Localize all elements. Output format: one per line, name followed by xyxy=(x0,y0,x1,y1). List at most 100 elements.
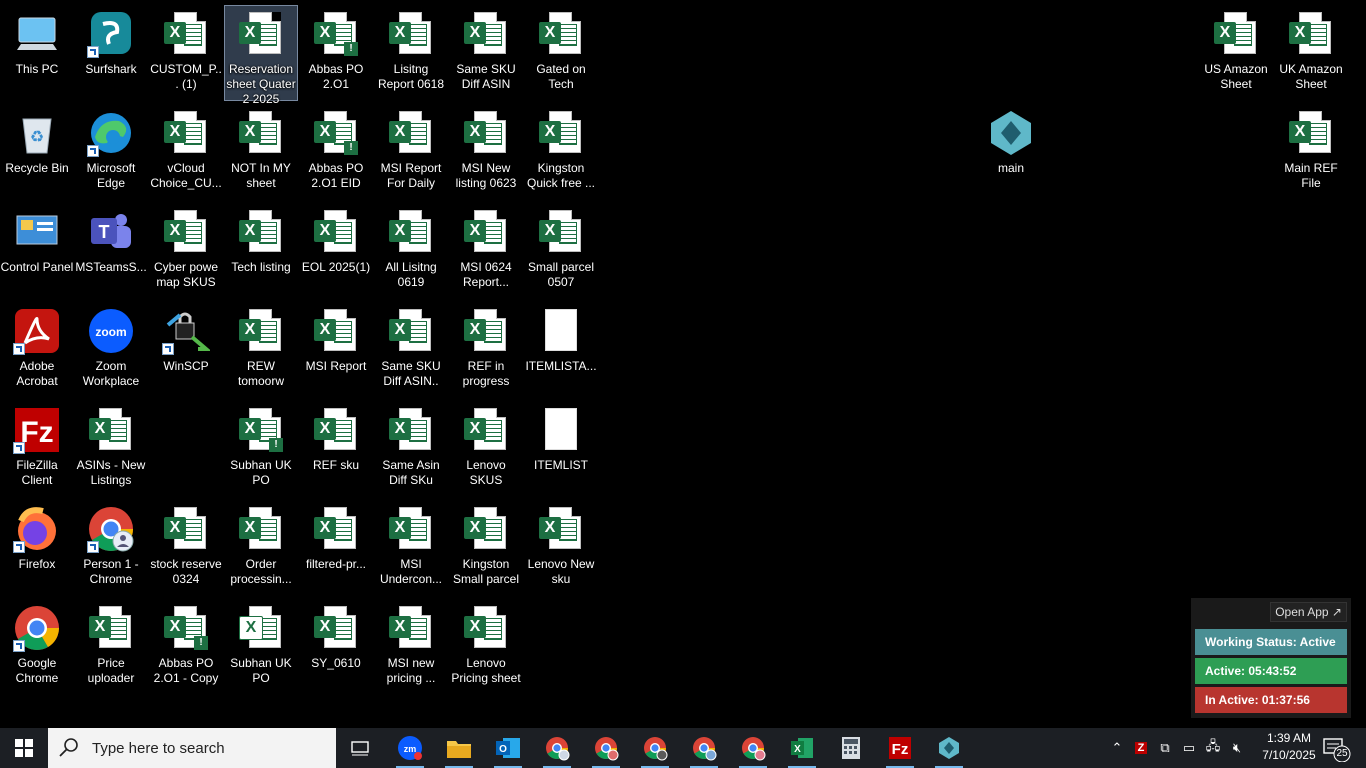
desktop-icon[interactable]: X CUSTOM_P... (1) xyxy=(149,5,223,101)
desktop-icon-label: FileZilla Client xyxy=(16,458,58,487)
desktop-icon-label: All Lisitng 0619 xyxy=(385,260,437,289)
desktop-icon[interactable]: ♻ Recycle Bin xyxy=(0,104,74,200)
task-view-icon xyxy=(350,738,370,758)
desktop-icon[interactable]: X Reservation sheet Quater 2 2025 xyxy=(224,5,298,106)
desktop-icon-label: MSI new pricing ... xyxy=(386,656,436,685)
desktop-icon[interactable]: X Same SKU Diff ASIN.. xyxy=(374,302,448,398)
taskbar-chrome-profile-5-button[interactable] xyxy=(729,728,777,768)
search-box[interactable]: Type here to search xyxy=(48,728,336,768)
desktop-icon[interactable]: X! Abbas PO 2.O1 xyxy=(299,5,373,101)
excel-file-icon: X xyxy=(1287,10,1335,58)
blank-file-icon xyxy=(537,406,585,454)
desktop-icon[interactable]: X MSI Report xyxy=(299,302,373,398)
desktop-icon[interactable]: ITEMLIST xyxy=(524,401,598,497)
zoom-icon: zm xyxy=(397,735,423,761)
taskbar-task-view-button[interactable] xyxy=(336,728,384,768)
desktop-icon[interactable]: Xstock reserve 0324 xyxy=(149,500,223,596)
desktop-icon[interactable]: X Order processin... xyxy=(224,500,298,596)
desktop-icon[interactable]: X Kingston Small parcel xyxy=(449,500,523,596)
desktop-icon[interactable]: X Main REF File xyxy=(1274,104,1348,200)
desktop-icon[interactable]: X Same Asin Diff SKu xyxy=(374,401,448,497)
desktop-icon-label: ITEMLIST xyxy=(533,458,588,472)
desktop-icon[interactable]: main xyxy=(974,104,1048,200)
desktop-icon[interactable]: X Price uploader xyxy=(74,599,148,695)
taskbar-chrome-profile-1-button[interactable] xyxy=(533,728,581,768)
desktop-icon[interactable]: X Lisitng Report 0618 xyxy=(374,5,448,101)
desktop-icon[interactable]: This PC xyxy=(0,5,74,101)
desktop-icon[interactable]: X Subhan UK PO xyxy=(224,599,298,695)
desktop-icon[interactable]: X Small parcel 0507 xyxy=(524,203,598,299)
taskbar-calculator-button[interactable] xyxy=(827,728,875,768)
desktop-icon[interactable]: WinSCP xyxy=(149,302,223,398)
taskbar-file-explorer-button[interactable] xyxy=(435,728,483,768)
desktop-icon-label: Lenovo New sku xyxy=(527,557,595,586)
desktop-icon[interactable]: Google Chrome xyxy=(0,599,74,695)
desktop-icon[interactable]: X ASINs - New Listings xyxy=(74,401,148,497)
excel-file-icon: X xyxy=(162,505,210,553)
desktop-icon[interactable]: X MSI New listing 0623 xyxy=(449,104,523,200)
desktop-icon[interactable]: X Cyber powe map SKUS xyxy=(149,203,223,299)
desktop-icon[interactable]: Microsoft Edge xyxy=(74,104,148,200)
desktop-icon[interactable]: X MSI 0624 Report... xyxy=(449,203,523,299)
volume-muted-icon[interactable]: 🔇︎ xyxy=(1226,728,1248,768)
start-button[interactable] xyxy=(0,728,48,768)
desktop-icon[interactable]: X MSI new pricing ... xyxy=(374,599,448,695)
excel-file-icon: X! xyxy=(312,10,360,58)
desktop-icon[interactable]: X Same SKU Diff ASIN xyxy=(449,5,523,101)
desktop-icon[interactable]: X Lenovo SKUS xyxy=(449,401,523,497)
desktop-icon-label: Tech listing xyxy=(231,260,291,274)
desktop-icon[interactable]: X Kingston Quick free ... xyxy=(524,104,598,200)
taskbar-excel-button[interactable]: X xyxy=(778,728,826,768)
desktop-icon[interactable]: Surfshark xyxy=(74,5,148,101)
desktop-icon[interactable]: X Tech listing xyxy=(224,203,298,299)
desktop-icon[interactable]: XvCloud Choice_CU... xyxy=(149,104,223,200)
clock[interactable]: 1:39 AM 7/10/2025 xyxy=(1252,730,1326,764)
desktop-icon[interactable]: X Lenovo New sku xyxy=(524,500,598,596)
desktop-icon[interactable]: X REW tomoorw xyxy=(224,302,298,398)
taskbar-main-app-button[interactable] xyxy=(925,728,973,768)
filezilla-tray-icon[interactable]: Z xyxy=(1130,728,1152,768)
excel-file-icon: X xyxy=(87,604,135,652)
desktop-icon[interactable]: Xfiltered-pr... xyxy=(299,500,373,596)
svg-text:O: O xyxy=(499,744,507,755)
desktop-icon[interactable]: X All Lisitng 0619 xyxy=(374,203,448,299)
desktop-icon[interactable]: ITEMLISTA... xyxy=(524,302,598,398)
desktop-icon[interactable]: Fz FileZilla Client xyxy=(0,401,74,497)
desktop-icon[interactable]: X Gated on Tech xyxy=(524,5,598,101)
excel-file-icon: X! xyxy=(312,109,360,157)
desktop-icon[interactable]: X MSI Undercon... xyxy=(374,500,448,596)
desktop-icon[interactable]: X SY_0610 xyxy=(299,599,373,695)
desktop-icon[interactable]: Adobe Acrobat xyxy=(0,302,74,398)
taskbar-outlook-button[interactable]: O xyxy=(484,728,532,768)
taskbar-chrome-profile-3-button[interactable] xyxy=(631,728,679,768)
connection-tray-icon[interactable]: ⧉ xyxy=(1154,728,1176,768)
chevron-up-icon[interactable]: ⌃ xyxy=(1106,728,1128,768)
desktop-icon[interactable]: X EOL 2025(1) xyxy=(299,203,373,299)
excel-file-icon: X xyxy=(1287,109,1335,157)
battery-icon[interactable]: ▭ xyxy=(1178,728,1200,768)
desktop-icon[interactable]: X MSI Report For Daily xyxy=(374,104,448,200)
taskbar-zoom-button[interactable]: zm xyxy=(386,728,434,768)
network-icon[interactable]: 🖧 xyxy=(1202,728,1224,768)
desktop-icon[interactable]: Firefox xyxy=(0,500,74,596)
desktop-icon[interactable]: X US Amazon Sheet xyxy=(1199,5,1273,101)
taskbar-chrome-profile-4-button[interactable] xyxy=(680,728,728,768)
desktop-icon[interactable]: Person 1 - Chrome xyxy=(74,500,148,596)
svg-text:Fz: Fz xyxy=(20,416,53,449)
desktop-icon[interactable]: X NOT In MY sheet xyxy=(224,104,298,200)
desktop-icon[interactable]: X! Subhan UK PO xyxy=(224,401,298,497)
taskbar-chrome-profile-2-button[interactable] xyxy=(582,728,630,768)
desktop-icon[interactable]: X UK Amazon Sheet xyxy=(1274,5,1348,101)
desktop-icon[interactable]: X Lenovo Pricing sheet xyxy=(449,599,523,695)
open-app-button[interactable]: Open App ↗ xyxy=(1270,602,1347,622)
desktop-icon[interactable]: X! Abbas PO 2.O1 EID xyxy=(299,104,373,200)
desktop-icon-label: MSI New listing 0623 xyxy=(455,161,517,190)
desktop-icon[interactable]: X REF sku xyxy=(299,401,373,497)
desktop-icon[interactable]: X REF in progress xyxy=(449,302,523,398)
desktop-icon[interactable]: T MSTeamsS... xyxy=(74,203,148,299)
taskbar-filezilla-button[interactable]: Fz xyxy=(876,728,924,768)
notification-center-button[interactable]: 25 xyxy=(1322,734,1352,763)
desktop-icon[interactable]: zoom Zoom Workplace xyxy=(74,302,148,398)
desktop-icon[interactable]: Control Panel xyxy=(0,203,74,299)
desktop-icon[interactable]: X! Abbas PO 2.O1 - Copy xyxy=(149,599,223,695)
